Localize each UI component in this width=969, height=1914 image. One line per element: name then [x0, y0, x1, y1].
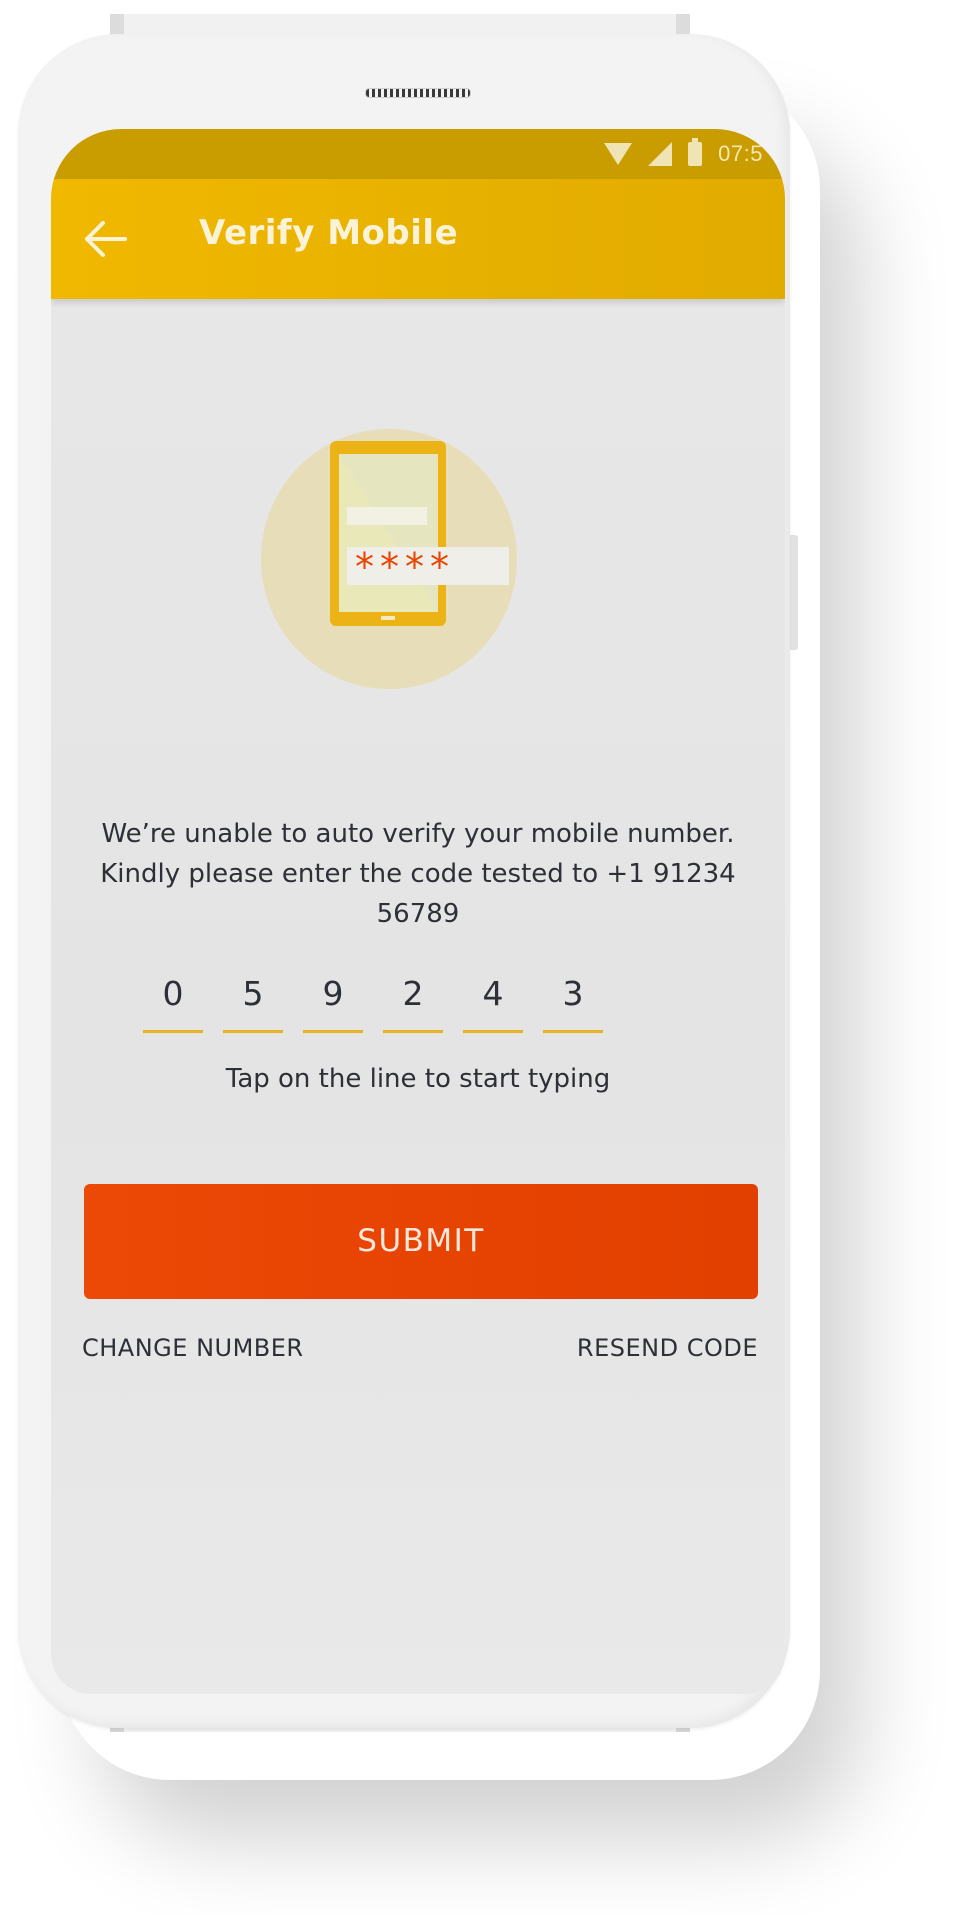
- code-digit-value: 9: [322, 974, 344, 1013]
- phone-verification-illustration: ****: [259, 394, 579, 724]
- code-digit-field[interactable]: 5: [223, 969, 283, 1039]
- code-digit-underline: [223, 1030, 283, 1033]
- wifi-icon: [604, 143, 633, 165]
- code-digit-underline: [303, 1030, 363, 1033]
- code-digit-value: 5: [242, 974, 264, 1013]
- resend-code-link[interactable]: RESEND CODE: [577, 1334, 758, 1362]
- status-time: 07:5: [718, 141, 763, 166]
- change-number-link[interactable]: CHANGE NUMBER: [82, 1334, 304, 1362]
- phone-speaker: [365, 88, 471, 98]
- submit-button[interactable]: SUBMIT: [84, 1184, 758, 1299]
- masked-code-text: ****: [355, 545, 455, 589]
- code-digit-value: 0: [162, 974, 184, 1013]
- code-digit-field[interactable]: 4: [463, 969, 523, 1039]
- code-digit-value: 2: [402, 974, 424, 1013]
- verification-code-input: 0 5 9 2 4 3: [143, 969, 703, 1039]
- code-digit-underline: [543, 1030, 603, 1033]
- app-bar: Verify Mobile: [51, 179, 785, 299]
- back-button[interactable]: [81, 214, 131, 264]
- code-digit-field[interactable]: 2: [383, 969, 443, 1039]
- code-digit-field[interactable]: 3: [543, 969, 603, 1039]
- phone-body: 07:5 Verify Mobile **** We’re unable to …: [18, 34, 790, 1728]
- verification-message: We’re unable to auto verify your mobile …: [100, 819, 736, 929]
- code-digit-value: 4: [482, 974, 504, 1013]
- battery-icon: [688, 138, 703, 166]
- phone-top-rail: [110, 14, 690, 36]
- app-screen: 07:5 Verify Mobile **** We’re unable to …: [51, 129, 785, 1694]
- device-mockup: 07:5 Verify Mobile **** We’re unable to …: [0, 0, 969, 1914]
- code-digit-field[interactable]: 0: [143, 969, 203, 1039]
- code-digit-value: 3: [562, 974, 584, 1013]
- arrow-left-icon: [85, 221, 127, 257]
- code-digit-underline: [143, 1030, 203, 1033]
- status-icons: 07:5: [604, 137, 763, 171]
- code-input-hint: Tap on the line to start typing: [225, 1064, 611, 1094]
- code-digit-underline: [383, 1030, 443, 1033]
- status-bar: 07:5: [51, 129, 785, 179]
- page-title: Verify Mobile: [199, 213, 459, 253]
- signal-icon: [648, 142, 673, 166]
- code-digit-underline: [463, 1030, 523, 1033]
- code-digit-field[interactable]: 9: [303, 969, 363, 1039]
- phone-verification-icon: ****: [261, 429, 517, 689]
